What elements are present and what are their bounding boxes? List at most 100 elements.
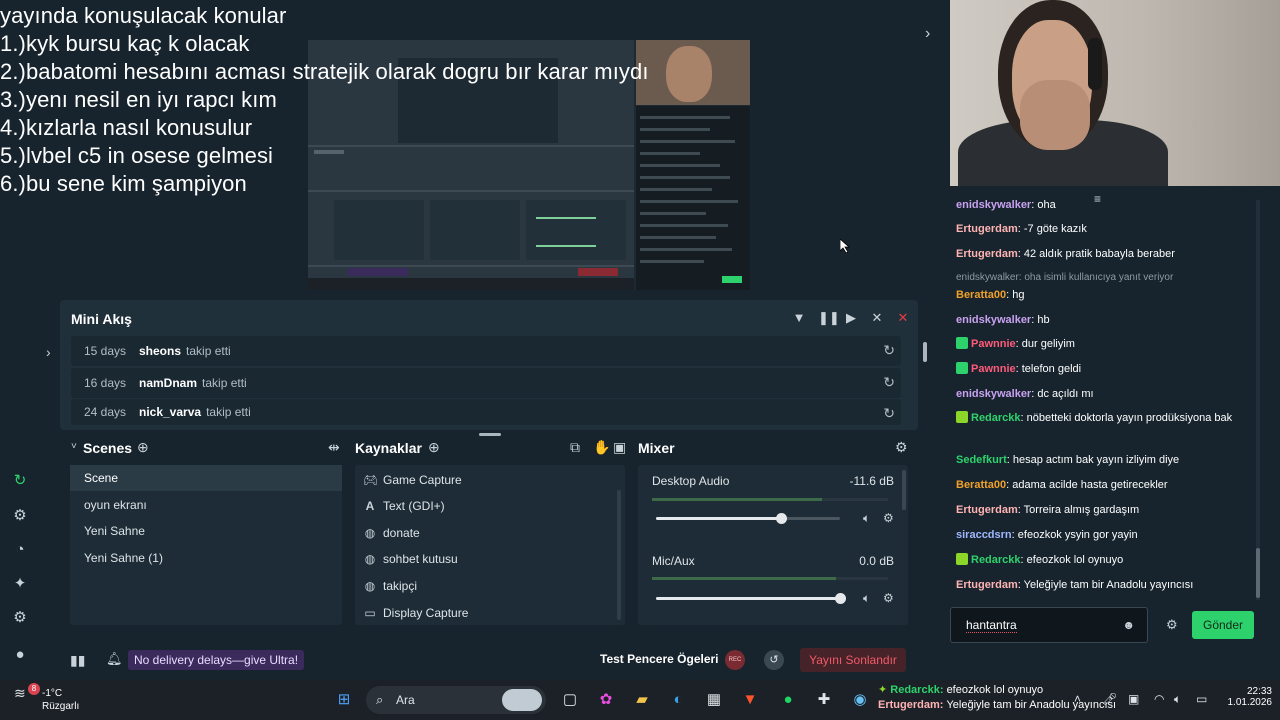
add-source-icon[interactable]: ⊕ (428, 439, 440, 456)
source-item[interactable]: ▭ Display Capture (363, 600, 468, 626)
chat-username[interactable]: Beratta00 (956, 479, 1006, 491)
event-time: 16 days (84, 376, 127, 390)
chat-settings-gear-icon[interactable]: ⚙ (1166, 617, 1178, 633)
volume-slider-knob[interactable] (776, 513, 788, 524)
weather-widget[interactable]: ≋ 8 (14, 683, 40, 707)
mixer-channel-name: Desktop Audio (652, 474, 730, 488)
dashboard-icon[interactable]: ↻ (10, 471, 30, 491)
end-stream-button[interactable]: Yayını Sonlandır (800, 648, 906, 672)
chat-username[interactable]: Redarckk (971, 412, 1021, 424)
lock-icon[interactable]: ✋ (593, 439, 610, 456)
copilot-icon[interactable]: ✿ (596, 690, 616, 710)
task-view-icon[interactable]: ▢ (560, 690, 580, 710)
chat-username[interactable]: Pawnnie (971, 363, 1016, 375)
settings-icon[interactable]: ⚙ (10, 608, 30, 628)
scene-item[interactable]: Yeni Sahne (1) (70, 545, 342, 571)
chat-username[interactable]: enidskywalker (956, 199, 1031, 211)
taskbar-search[interactable]: ⌕ Ara (366, 686, 546, 714)
speaker-icon[interactable]: 🔈︎ (863, 591, 870, 606)
chat-username[interactable]: enidskywalker (956, 314, 1031, 326)
chat-username[interactable]: Ertugerdam (956, 504, 1018, 516)
apps-icon[interactable]: ◔ (10, 540, 30, 560)
chat-input-value[interactable]: hantantra (966, 618, 1017, 633)
notifications-icon[interactable]: 🔔︎ (106, 651, 123, 667)
mixer-settings-gear-icon[interactable]: ⚙ (895, 439, 908, 456)
source-item[interactable]: ◍ sohbet kutusu (363, 546, 458, 572)
replay-icon[interactable]: ↻ (883, 374, 895, 391)
add-scene-icon[interactable]: ⊕ (137, 439, 149, 456)
chat-message: enidskywalker: hb (956, 312, 1246, 329)
replay-buffer-icon[interactable]: ↺ (764, 650, 784, 670)
mute-alerts-icon[interactable]: ✕ (870, 310, 884, 326)
taskbar-clock[interactable]: 22:33 1.01.2026 (1220, 686, 1273, 708)
chat-username[interactable]: Redarckk (971, 554, 1021, 566)
steam-icon[interactable]: ◉ (850, 690, 870, 710)
spotify-icon[interactable]: ● (778, 690, 798, 710)
test-widgets-label[interactable]: Test Pencere Ögeleri (600, 652, 719, 666)
chat-username[interactable]: Ertugerdam (956, 248, 1018, 260)
tray-app-icon[interactable]: ▣ (1128, 692, 1139, 706)
chat-username[interactable]: Sedefkurt (956, 454, 1007, 466)
channel-gear-icon[interactable]: ⚙ (883, 511, 894, 525)
skip-icon[interactable]: ▶ (844, 310, 858, 326)
source-item[interactable]: 🎮︎ Game Capture (363, 467, 462, 493)
record-button[interactable]: REC (725, 650, 745, 670)
scene-item[interactable]: oyun ekranı (70, 492, 342, 518)
chat-username[interactable]: Ertugerdam (956, 223, 1018, 235)
scene-transitions-icon[interactable]: ⇹ (328, 439, 340, 456)
chat-text: -7 göte kazık (1023, 223, 1087, 235)
scene-item[interactable]: Yeni Sahne (70, 518, 342, 544)
profile-icon[interactable]: ● (10, 645, 30, 665)
replay-icon[interactable]: ↻ (883, 342, 895, 359)
folder-icon[interactable]: ▣ (613, 439, 626, 456)
filter-icon[interactable]: ▼ (792, 310, 806, 326)
chat-username[interactable]: Pawnnie (971, 338, 1016, 350)
tray-chevron-icon[interactable]: ˄ (1074, 692, 1081, 706)
pause-icon[interactable]: ❚❚ (818, 310, 840, 326)
file-explorer-icon[interactable]: ▰ (632, 690, 652, 710)
battery-icon[interactable]: ▭ (1196, 692, 1207, 706)
store-icon[interactable]: ▦ (704, 690, 724, 710)
emoji-icon[interactable]: ☻ (1122, 618, 1135, 632)
themes-icon[interactable]: ⚙ (10, 506, 30, 526)
hide-alerts-icon[interactable]: ✕ (896, 310, 910, 326)
collapse-chat-arrow-icon[interactable]: › (925, 25, 930, 43)
expand-sidebar-chevron-icon[interactable]: › (46, 344, 51, 360)
send-button[interactable]: Gönder (1192, 611, 1254, 639)
chat-username[interactable]: Ertugerdam (956, 579, 1018, 591)
source-item[interactable]: A Text (GDI+) (363, 493, 445, 519)
ai-highlighter-icon[interactable]: ✦ (10, 574, 30, 594)
chat-scrollbar-thumb[interactable] (1256, 548, 1260, 598)
volume-slider[interactable] (656, 593, 846, 604)
chat-scrollbar[interactable] (1256, 200, 1260, 600)
volume-slider-knob[interactable] (835, 593, 846, 604)
chat-input[interactable]: hantantra ☻ (950, 607, 1148, 643)
network-app-icon[interactable]: ✚ (814, 690, 834, 710)
source-group-icon[interactable]: ⧉ (570, 439, 580, 456)
wifi-icon[interactable]: ◠ (1154, 692, 1164, 706)
channel-gear-icon[interactable]: ⚙ (883, 591, 894, 605)
ticker-user: Redarckk (890, 684, 940, 696)
microphone-icon[interactable]: 🎤︎ (1102, 692, 1117, 706)
chat-text: oha (1037, 199, 1056, 211)
brave-browser-icon[interactable]: ▼ (740, 690, 760, 710)
chat-username[interactable]: Beratta00 (956, 289, 1006, 301)
stats-chart-icon[interactable]: ▮▮ (70, 652, 85, 669)
chat-username[interactable]: enidskywalker (956, 388, 1031, 400)
volume-icon[interactable]: 🔈︎ (1174, 692, 1181, 707)
sources-scrollbar[interactable] (617, 490, 621, 620)
source-item[interactable]: ◍ takipçi (363, 573, 417, 599)
overlay-line: 4.)kızlarla nasıl konusulur (0, 115, 253, 140)
ultra-promo-banner[interactable]: No delivery delays—give Ultra! (128, 650, 305, 670)
edge-browser-icon[interactable]: ◐ (668, 690, 688, 710)
replay-icon[interactable]: ↻ (883, 405, 895, 422)
source-item[interactable]: ◍ donate (363, 520, 420, 546)
chat-username[interactable]: siraccdsrn (956, 529, 1012, 541)
start-menu-icon[interactable]: ⊞ (334, 690, 354, 710)
volume-slider[interactable] (656, 513, 840, 524)
collapse-chevron-icon[interactable]: ˅ (71, 441, 77, 452)
vertical-scrollbar[interactable] (923, 342, 927, 362)
speaker-icon[interactable]: 🔈︎ (863, 511, 870, 526)
scene-item[interactable]: Scene (70, 465, 342, 491)
mixer-scrollbar[interactable] (902, 470, 906, 510)
